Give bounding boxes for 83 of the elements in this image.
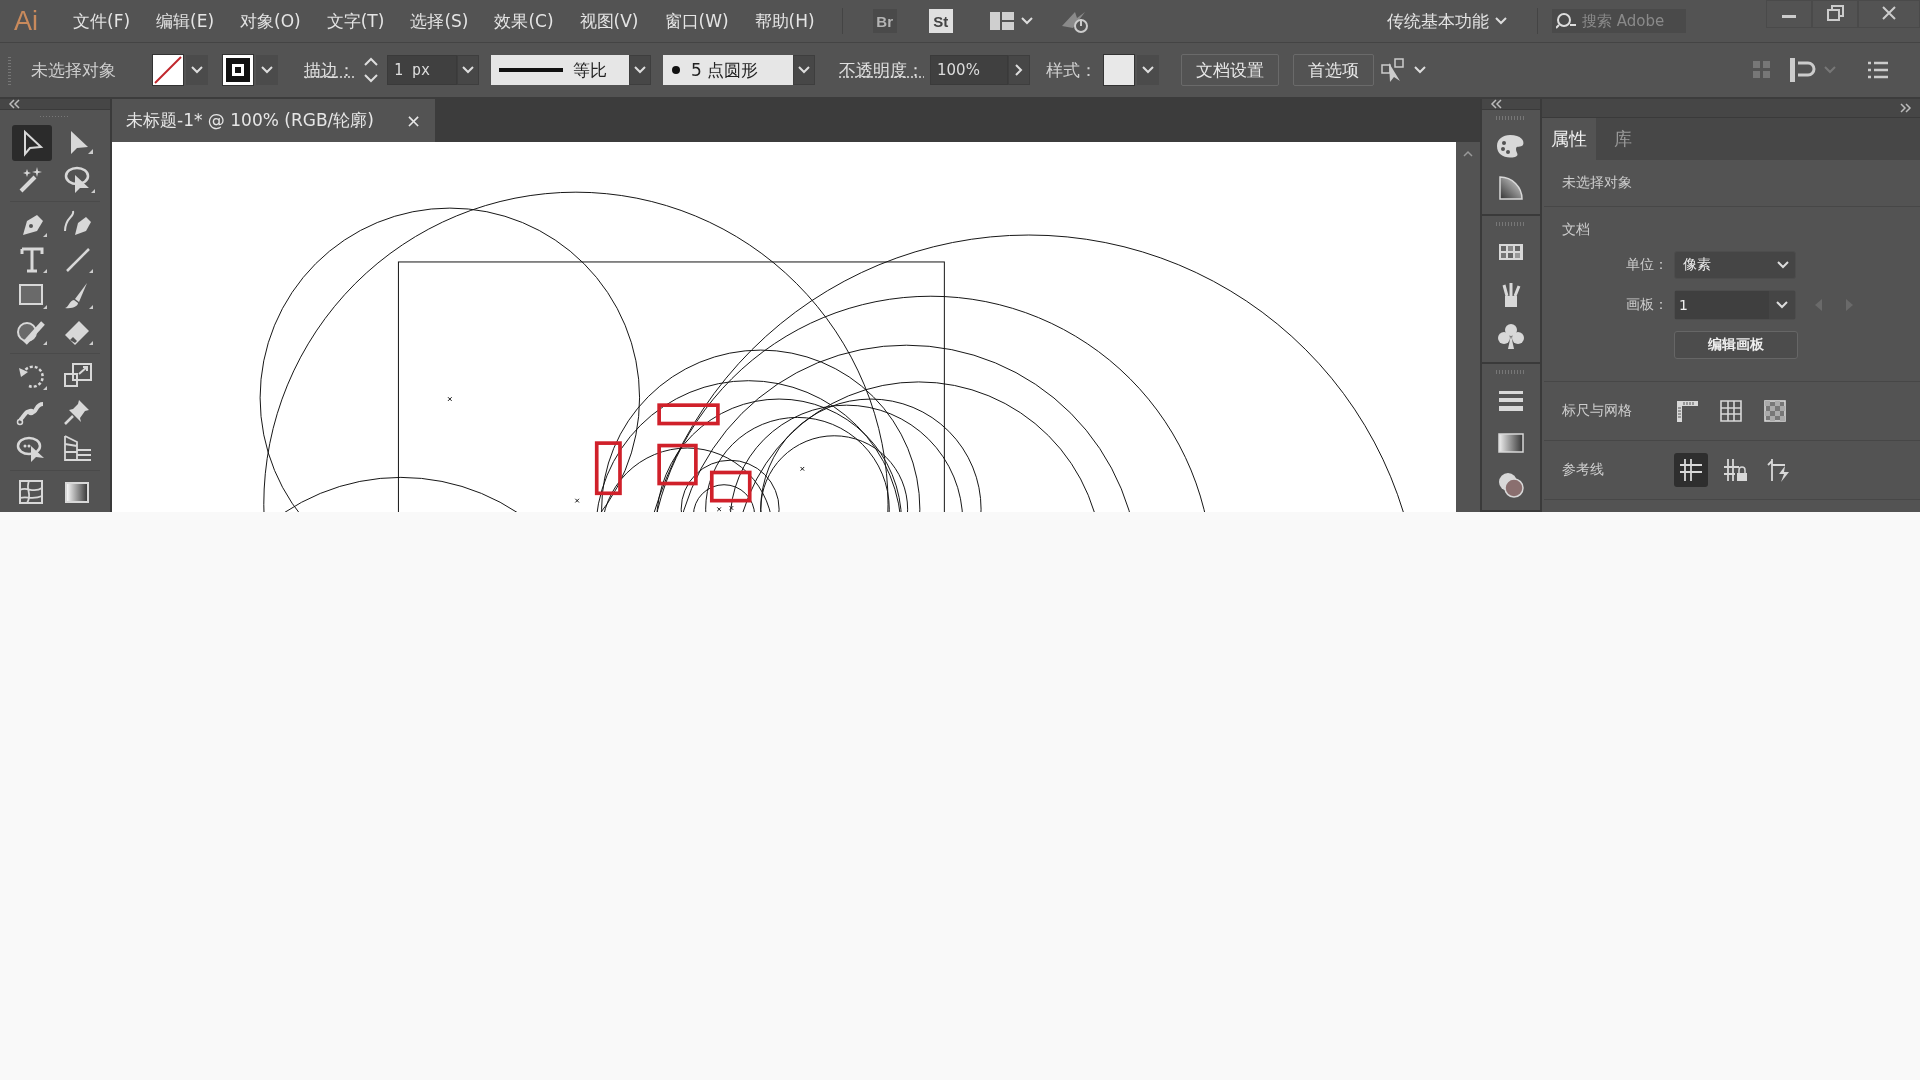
menu-item[interactable]: 对象(O) [227, 9, 314, 33]
workspace-switcher[interactable]: 传统基本功能 [1377, 9, 1523, 33]
stroke-swatch[interactable] [222, 54, 254, 86]
grid-icon[interactable] [1718, 398, 1744, 424]
selection-status: 未选择对象 [1562, 173, 1633, 192]
dropdown-button[interactable] [793, 55, 815, 85]
menu-item[interactable]: 选择(S) [397, 9, 482, 33]
search-icon [1556, 13, 1578, 29]
dropdown-button[interactable] [1137, 55, 1159, 85]
toolbar-button[interactable]: 文档设置 [1181, 54, 1279, 86]
style-label: 样式： [1046, 58, 1097, 82]
stroke-weight-field[interactable]: 1 px [387, 55, 457, 85]
menu-item[interactable]: 视图(V) [566, 9, 652, 33]
menu-item[interactable]: 帮助(H) [741, 9, 828, 33]
highlight-rectangle [709, 470, 752, 503]
collapse-icon[interactable] [1490, 99, 1502, 109]
caret-icon [798, 66, 810, 74]
caret-icon [261, 66, 273, 74]
caret-icon [1495, 17, 1507, 25]
close-tab-button[interactable]: × [405, 110, 421, 131]
profile-label: 等比 [573, 58, 607, 82]
dropdown-button[interactable] [457, 55, 479, 85]
units-value: 像素 [1683, 256, 1711, 274]
menu-item[interactable]: 文字(T) [313, 9, 398, 33]
transparency-grid-icon[interactable] [1762, 398, 1788, 424]
stroke-label[interactable]: 描边： [304, 58, 355, 82]
menu-item[interactable]: 窗口(W) [651, 9, 742, 33]
brush-label: 5 点圆形 [691, 58, 759, 82]
menu-icon[interactable] [1866, 60, 1890, 80]
restore-icon[interactable] [1812, 0, 1858, 28]
menu-item[interactable]: 文件(F) [60, 9, 144, 33]
highlight-rectangle [657, 443, 698, 486]
edit-artboards-button[interactable]: 编辑画板 [1674, 331, 1798, 359]
scroll-up-icon[interactable] [1463, 150, 1473, 158]
document-tab[interactable]: 未标题-1* @ 100% (RGB/轮廓) × [112, 99, 435, 142]
fill-swatch[interactable] [152, 54, 184, 86]
app-logo: Ai [14, 5, 38, 37]
collapse-icon[interactable] [8, 99, 20, 109]
expand-icon[interactable] [1900, 103, 1912, 113]
panel-tab[interactable]: 库 [1596, 118, 1650, 160]
dropdown-button[interactable] [256, 55, 278, 85]
section-heading: 参考线 [1562, 461, 1605, 479]
minimize-icon[interactable] [1766, 0, 1812, 28]
tool-button[interactable] [12, 125, 52, 162]
section-heading: 文档 [1562, 220, 1591, 239]
align-icon[interactable] [1788, 56, 1816, 84]
highlight-rectangle [657, 403, 720, 426]
dropdown-button[interactable] [629, 55, 651, 85]
caret-icon [634, 66, 646, 74]
toolbar-button[interactable]: 首选项 [1293, 54, 1374, 86]
document-title: 未标题-1* @ 100% (RGB/轮廓) [126, 109, 374, 132]
caret-icon [1777, 261, 1789, 269]
workspace-label: 传统基本功能 [1387, 9, 1489, 33]
menu-item[interactable]: 编辑(E) [143, 9, 228, 33]
menu-item[interactable]: 效果(C) [481, 9, 567, 33]
arrange-icon[interactable] [1380, 57, 1406, 83]
caret-icon [462, 66, 474, 74]
stepper-icon[interactable] [363, 55, 379, 85]
dot-icon [671, 65, 681, 75]
artboard-label: 画板： [1625, 296, 1668, 314]
caret-icon [191, 66, 203, 74]
highlight-rectangle [594, 441, 622, 496]
close-icon[interactable] [1858, 0, 1920, 28]
caret-icon [1142, 66, 1154, 74]
bridge-button[interactable]: Br [872, 9, 897, 33]
search-field[interactable]: 搜索 Adobe [1552, 9, 1686, 33]
selection-status: 未选择对象 [31, 58, 116, 82]
opacity-label[interactable]: 不透明度： [839, 58, 924, 82]
opacity-field[interactable]: 100% [930, 55, 1008, 85]
chevron-right-icon [1015, 64, 1023, 76]
panel-tab[interactable]: 属性 [1542, 118, 1596, 160]
style-swatch[interactable] [1103, 54, 1135, 86]
stroke-profile-dropdown[interactable]: 等比 [491, 55, 629, 85]
slider-button[interactable] [1008, 55, 1030, 85]
show-guides-button[interactable] [1674, 453, 1708, 487]
layout-icon[interactable] [988, 11, 1015, 31]
ruler-icon[interactable] [1674, 398, 1700, 424]
units-dropdown[interactable]: 像素 [1674, 251, 1796, 279]
stock-button[interactable]: St [928, 9, 953, 33]
brush-dropdown[interactable]: 5 点圆形 [663, 55, 793, 85]
dropdown-button[interactable] [186, 55, 208, 85]
section-heading: 标尺与网格 [1562, 402, 1633, 420]
units-label: 单位： [1625, 256, 1668, 274]
